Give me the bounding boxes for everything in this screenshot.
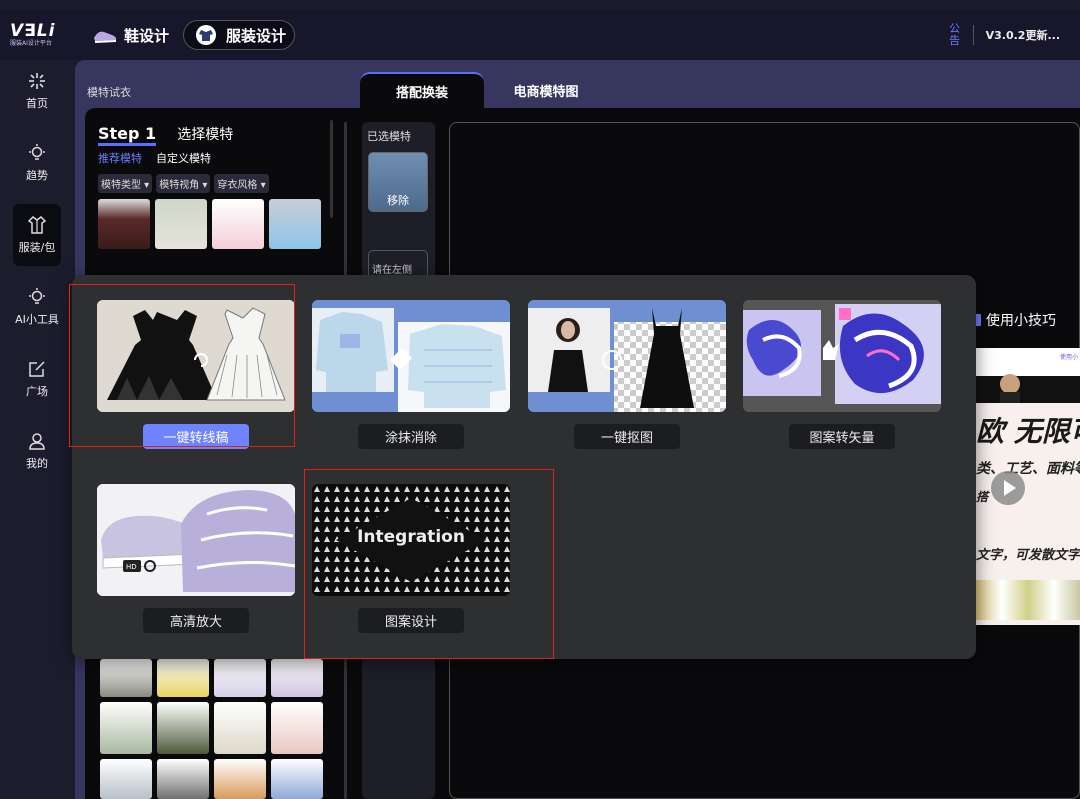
tips-label: 使用小技巧 — [986, 313, 1056, 329]
model-thumb[interactable] — [157, 759, 209, 799]
model-subtabs: 推荐模特 自定义模特 — [98, 150, 340, 166]
tool-card-erase[interactable]: 涂抹消除 — [312, 300, 510, 449]
promo-badge: 使用小 — [1060, 354, 1079, 361]
sidebar-item-apparel[interactable]: 服装/包 — [13, 204, 61, 266]
sidebar-item-label: 首页 — [26, 97, 48, 110]
tab-label: 服装设计 — [226, 26, 287, 45]
top-bar: V∃Li 服装AI设计平台 鞋设计 服装设计 公告 V3.0.2更新... — [0, 10, 1080, 60]
bulb-icon — [29, 288, 45, 304]
tool-card-vectorize[interactable]: 图案转矢量 — [743, 300, 941, 449]
logo[interactable]: V∃Li 服装AI设计平台 — [0, 22, 72, 48]
cutout-button[interactable]: 一键抠图 — [574, 424, 680, 449]
panel-divider — [330, 120, 333, 218]
top-right-area: 公告 V3.0.2更新... — [947, 10, 1080, 60]
page-title: 模特试衣 — [87, 86, 131, 99]
notice-button[interactable]: 公告 — [947, 23, 963, 47]
sidebar-item-profile[interactable]: 我的 — [13, 420, 61, 482]
tab-apparel-design[interactable]: 服装设计 — [183, 20, 296, 50]
promo-video[interactable]: 使用小 欧 无限可 类、工艺、面料等 搭 文字，可发散文字 — [976, 348, 1080, 625]
sidebar-item-home[interactable]: 首页 — [13, 60, 61, 122]
sidebar: 首页 趋势 服装/包 AI小工具 广场 我的 — [0, 60, 73, 799]
highlight-box-line-art — [69, 284, 295, 447]
step-label: Step 1 — [98, 124, 157, 146]
sidebar-item-trends[interactable]: 趋势 — [13, 132, 61, 194]
model-thumb[interactable] — [214, 759, 266, 799]
model-thumb[interactable] — [271, 702, 323, 754]
tab-shoe-design[interactable]: 鞋设计 — [84, 20, 177, 50]
sidebar-item-plaza[interactable]: 广场 — [13, 348, 61, 410]
erase-preview — [312, 300, 510, 412]
tool-card-upscale[interactable]: HD 高清放大 — [97, 484, 295, 633]
vectorize-preview — [743, 300, 941, 412]
logo-subtitle: 服装AI设计平台 — [10, 40, 52, 47]
model-thumb[interactable] — [155, 199, 207, 249]
model-thumb[interactable] — [269, 199, 321, 249]
cutout-preview — [528, 300, 726, 412]
main-tabs: 搭配换装 电商模特图 — [360, 72, 608, 108]
shoe-icon — [92, 26, 118, 44]
top-tabs: 鞋设计 服装设计 — [84, 20, 296, 50]
tips-link[interactable]: 使用小技巧 — [970, 310, 1056, 330]
tab-recommended-models[interactable]: 推荐模特 — [98, 150, 142, 166]
promo-header: 使用小 — [976, 348, 1080, 403]
highlight-box-pattern-design — [304, 469, 554, 659]
sidebar-item-label: AI小工具 — [15, 313, 59, 326]
model-thumb[interactable] — [100, 659, 152, 697]
apparel-icon — [192, 24, 220, 46]
bulb-icon — [29, 144, 45, 160]
vectorize-button[interactable]: 图案转矢量 — [789, 424, 895, 449]
selected-title: 已选模特 — [367, 130, 411, 143]
promo-headline: 欧 无限可 — [976, 415, 1080, 448]
app-window: V∃Li 服装AI设计平台 鞋设计 服装设计 公告 V3.0.2更新... 首页… — [0, 0, 1080, 799]
model-thumb[interactable] — [214, 702, 266, 754]
model-thumb[interactable] — [271, 659, 323, 697]
remove-model-button[interactable]: 移除 — [369, 192, 427, 208]
filter-model-view[interactable]: 模特视角 ▾ — [156, 174, 211, 193]
sidebar-item-label: 趋势 — [26, 169, 48, 182]
model-thumb[interactable] — [100, 759, 152, 799]
edit-square-icon — [29, 361, 45, 377]
model-thumb[interactable] — [271, 759, 323, 799]
filter-dress-style[interactable]: 穿衣风格 ▾ — [214, 174, 269, 193]
hd-badge: HD — [126, 563, 137, 571]
sidebar-item-ai-tools[interactable]: AI小工具 — [13, 276, 61, 338]
model-thumb[interactable] — [157, 702, 209, 754]
model-thumb[interactable] — [100, 702, 152, 754]
promo-line: 搭 — [976, 490, 989, 504]
divider — [972, 25, 974, 45]
shirt-icon — [27, 216, 47, 234]
selected-model-card[interactable]: 移除 — [368, 152, 428, 212]
play-icon[interactable] — [991, 471, 1025, 505]
model-thumb[interactable] — [98, 199, 150, 249]
logo-text: V∃Li — [10, 21, 56, 41]
sparkle-icon — [29, 73, 45, 89]
model-thumb[interactable] — [157, 659, 209, 697]
version-link[interactable]: V3.0.2更新... — [986, 27, 1060, 43]
promo-strip-image — [976, 580, 1080, 620]
tab-ecommerce-model[interactable]: 电商模特图 — [484, 72, 608, 108]
model-thumb[interactable] — [214, 659, 266, 697]
model-thumb[interactable] — [212, 199, 264, 249]
sidebar-item-label: 我的 — [26, 457, 48, 470]
tab-label: 鞋设计 — [124, 26, 170, 45]
sidebar-item-label: 服装/包 — [18, 241, 56, 254]
step-title: 选择模特 — [177, 127, 234, 143]
tool-card-cutout[interactable]: 一键抠图 — [528, 300, 726, 449]
user-icon — [29, 433, 45, 450]
erase-button[interactable]: 涂抹消除 — [358, 424, 464, 449]
tab-custom-models[interactable]: 自定义模特 — [156, 150, 211, 166]
model-grid-lower — [100, 659, 323, 799]
promo-line: 文字，可发散文字 — [976, 548, 1080, 563]
sidebar-item-label: 广场 — [26, 385, 48, 398]
filter-row: 模特类型 ▾ 模特视角 ▾ 穿衣风格 ▾ — [98, 174, 340, 193]
model-grid — [98, 199, 340, 249]
tab-outfit-swap[interactable]: 搭配换装 — [360, 72, 484, 108]
upscale-button[interactable]: 高清放大 — [143, 608, 249, 633]
filter-model-type[interactable]: 模特类型 ▾ — [98, 174, 153, 193]
upscale-preview: HD — [97, 484, 295, 596]
